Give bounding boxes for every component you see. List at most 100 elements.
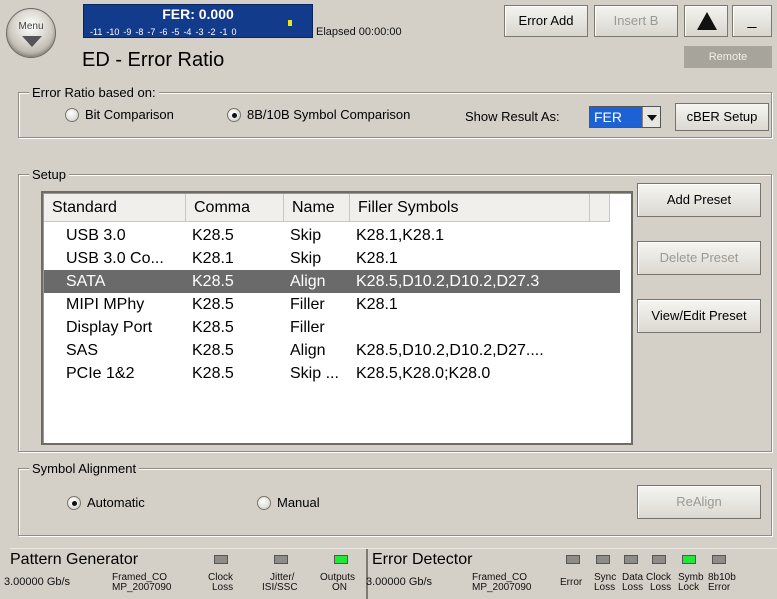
manual-label: Manual <box>277 495 320 510</box>
status-divider <box>366 549 368 599</box>
ed-led-label-2: Error <box>708 582 731 593</box>
jitter-led-icon <box>274 555 288 564</box>
cell-comma: K28.5 <box>192 364 234 382</box>
pattern-generator-title: Pattern Generator <box>10 551 139 568</box>
fer-scale-tick: -9 <box>123 27 132 37</box>
menu-button[interactable]: Menu <box>6 8 56 58</box>
cell-name: Align <box>290 272 326 290</box>
cell-comma: K28.1 <box>192 249 234 267</box>
warning-button[interactable] <box>684 5 728 37</box>
radio-on-icon <box>227 107 241 122</box>
cell-filler <box>350 316 590 339</box>
cell-comma: K28.5 <box>192 341 234 359</box>
fer-scale-tick: -4 <box>183 27 192 37</box>
fer-scale: -11 -10 -9 -8 -7 -6 -5 -4 -3 -2 -1 0 <box>90 27 237 37</box>
show-result-value: FER <box>590 107 642 127</box>
symbol-comparison-radio[interactable]: 8B/10B Symbol Comparison <box>227 107 410 122</box>
outputs-on-led-icon <box>334 555 348 564</box>
pg-led-label-2: Loss <box>212 582 234 593</box>
minimize-button[interactable]: _ <box>732 5 772 37</box>
cell-filler: K28.5,D10.2,D10.2,D27.... <box>356 341 544 359</box>
cell-filler: K28.1 <box>356 295 398 313</box>
fer-marker-icon <box>288 20 292 26</box>
error-detector-title: Error Detector <box>372 551 473 568</box>
cber-setup-button[interactable]: cBER Setup <box>675 103 769 131</box>
pg-rate: 3.00000 Gb/s <box>4 576 71 588</box>
cell-comma: K28.5 <box>192 272 234 290</box>
add-preset-button[interactable]: Add Preset <box>637 183 761 217</box>
pg-led-label-2: ON <box>332 582 347 593</box>
ed-led-label-2: Loss <box>622 582 644 593</box>
fer-scale-tick: -7 <box>147 27 156 37</box>
table-row[interactable]: MIPI MPhy K28.5 Filler K28.1 <box>44 293 590 316</box>
error-add-button[interactable]: Error Add <box>504 5 588 37</box>
table-row-selected[interactable]: SATA K28.5 Align K28.5,D10.2,D10.2,D27.3 <box>44 270 620 293</box>
clock-loss-ed-led-icon <box>652 555 666 564</box>
radio-off-icon <box>257 495 271 510</box>
symb-lock-led-icon <box>682 555 696 564</box>
menu-arrow-icon <box>22 36 42 47</box>
column-header-comma[interactable]: Comma <box>186 194 284 221</box>
clock-loss-led-icon <box>214 555 228 564</box>
column-header-name[interactable]: Name <box>284 194 350 221</box>
symbol-comparison-label: 8B/10B Symbol Comparison <box>247 107 411 122</box>
data-loss-led-icon <box>624 555 638 564</box>
radio-on-icon <box>67 495 81 510</box>
fer-scale-tick: -2 <box>207 27 216 37</box>
cell-filler: K28.1,K28.1 <box>356 226 445 244</box>
radio-off-icon <box>65 107 79 122</box>
ed-led-label-2: Lock <box>678 582 700 593</box>
bit-comparison-radio[interactable]: Bit Comparison <box>65 107 174 122</box>
insert-b-button[interactable]: Insert B <box>594 5 678 37</box>
ed-pattern-line-2: MP_2007090 <box>472 582 532 593</box>
fer-scale-tick: 0 <box>231 27 237 37</box>
table-row[interactable]: Display Port K28.5 Filler <box>44 316 590 339</box>
table-row[interactable]: USB 3.0 K28.5 Skip K28.1,K28.1 <box>44 224 590 247</box>
cell-standard: SATA <box>66 272 106 290</box>
ed-led-label-2: Loss <box>594 582 616 593</box>
sync-loss-led-icon <box>596 555 610 564</box>
table-row[interactable]: SAS K28.5 Align K28.5,D10.2,D10.2,D27...… <box>44 339 590 362</box>
show-result-select[interactable]: FER <box>589 106 661 128</box>
fer-scale-tick: -11 <box>90 27 103 37</box>
symbol-alignment-group: Symbol Alignment Automatic Manual ReAlig… <box>18 461 772 536</box>
fer-scale-tick: -8 <box>135 27 144 37</box>
fer-indicator: FER: 0.000 -11 -10 -9 -8 -7 -6 -5 -4 -3 … <box>83 4 313 38</box>
view-edit-preset-button[interactable]: View/Edit Preset <box>637 299 761 333</box>
error-led-icon <box>566 555 580 564</box>
fer-scale-tick: -1 <box>219 27 228 37</box>
cell-standard: USB 3.0 Co... <box>66 249 164 267</box>
ed-led-label-2: Loss <box>650 582 672 593</box>
manual-radio[interactable]: Manual <box>257 495 320 510</box>
8b10b-error-led-icon <box>712 555 726 564</box>
column-header-standard[interactable]: Standard <box>44 194 186 221</box>
elapsed-time: Elapsed 00:00:00 <box>316 26 402 38</box>
column-header-filler[interactable]: Filler Symbols <box>350 194 590 221</box>
bit-comparison-label: Bit Comparison <box>85 107 174 122</box>
cell-name: Filler <box>290 295 325 313</box>
cell-standard: PCIe 1&2 <box>66 364 135 382</box>
ed-led-label-2: Error <box>560 577 583 588</box>
cell-name: Filler <box>290 318 325 336</box>
table-row[interactable]: USB 3.0 Co... K28.1 Skip K28.1 <box>44 247 590 270</box>
cell-filler: K28.1 <box>356 249 398 267</box>
realign-button[interactable]: ReAlign <box>637 485 761 519</box>
chevron-down-icon <box>642 107 660 127</box>
delete-preset-button[interactable]: Delete Preset <box>637 241 761 275</box>
cell-comma: K28.5 <box>192 226 234 244</box>
status-bar: Pattern Generator 3.00000 Gb/s Framed_CO… <box>4 548 777 599</box>
automatic-label: Automatic <box>87 495 145 510</box>
table-row[interactable]: PCIe 1&2 K28.5 Skip ... K28.5,K28.0;K28.… <box>44 362 590 385</box>
fer-scale-tick: -3 <box>195 27 204 37</box>
automatic-radio[interactable]: Automatic <box>67 495 145 510</box>
fer-scale-tick: -6 <box>159 27 168 37</box>
cell-standard: MIPI MPhy <box>66 295 145 313</box>
remote-indicator: Remote <box>684 46 772 68</box>
cell-filler: K28.5,K28.0;K28.0 <box>356 364 491 382</box>
pg-led-label-2: ISI/SSC <box>262 582 298 593</box>
error-ratio-group: Error Ratio based on: Bit Comparison 8B/… <box>18 85 772 138</box>
cell-comma: K28.5 <box>192 295 234 313</box>
error-ratio-group-title: Error Ratio based on: <box>29 85 159 100</box>
cell-standard: Display Port <box>66 318 153 336</box>
table-header: Standard Comma Name Filler Symbols <box>44 194 610 222</box>
